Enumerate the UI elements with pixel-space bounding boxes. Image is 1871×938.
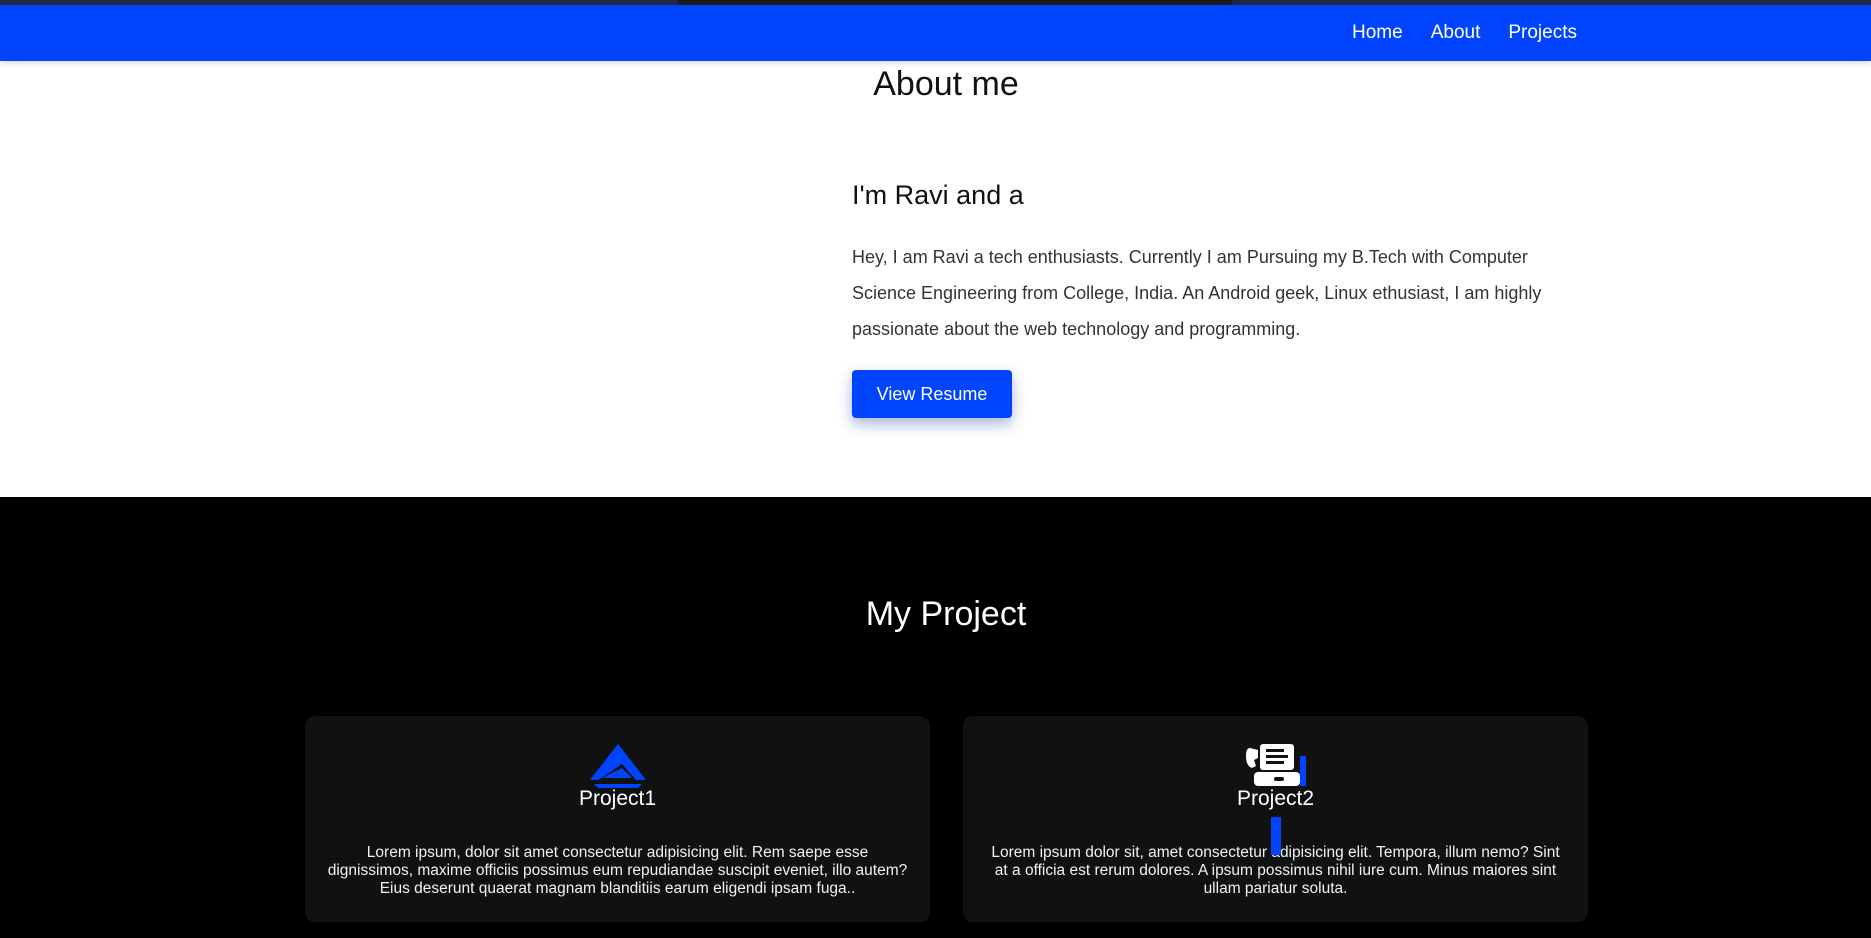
navbar: Home About Projects xyxy=(0,5,1871,61)
projects-title: My Project xyxy=(865,595,1027,633)
nav-link-home[interactable]: Home xyxy=(1352,22,1403,44)
nav-link-projects[interactable]: Projects xyxy=(1508,22,1577,44)
project-name: Project2 xyxy=(1236,787,1315,810)
nav-links: Home About Projects xyxy=(1352,5,1577,61)
project-name: Project1 xyxy=(578,787,657,810)
project-description: Lorem ipsum, dolor sit amet consectetur … xyxy=(327,844,908,897)
about-subtitle: I'm Ravi and a xyxy=(852,180,1024,210)
project-card-2[interactable]: Project2 Lorem ipsum dolor sit, amet con… xyxy=(963,716,1588,922)
view-resume-button[interactable]: View Resume xyxy=(852,370,1012,418)
about-title: About me xyxy=(873,65,1019,103)
blue-bar-decoration xyxy=(1271,817,1281,855)
projects-section: My Project Project1 Lorem ipsum, dolor s… xyxy=(0,497,1871,938)
project-card-1[interactable]: Project1 Lorem ipsum, dolor sit amet con… xyxy=(305,716,930,922)
fax-machine-icon xyxy=(1245,744,1306,786)
about-text: I'm Ravi and a Hey, I am Ravi a tech ent… xyxy=(852,180,1572,347)
about-paragraph: Hey, I am Ravi a tech enthusiasts. Curre… xyxy=(852,247,1542,339)
paper-plane-icon xyxy=(589,744,646,788)
nav-link-about[interactable]: About xyxy=(1431,22,1481,44)
